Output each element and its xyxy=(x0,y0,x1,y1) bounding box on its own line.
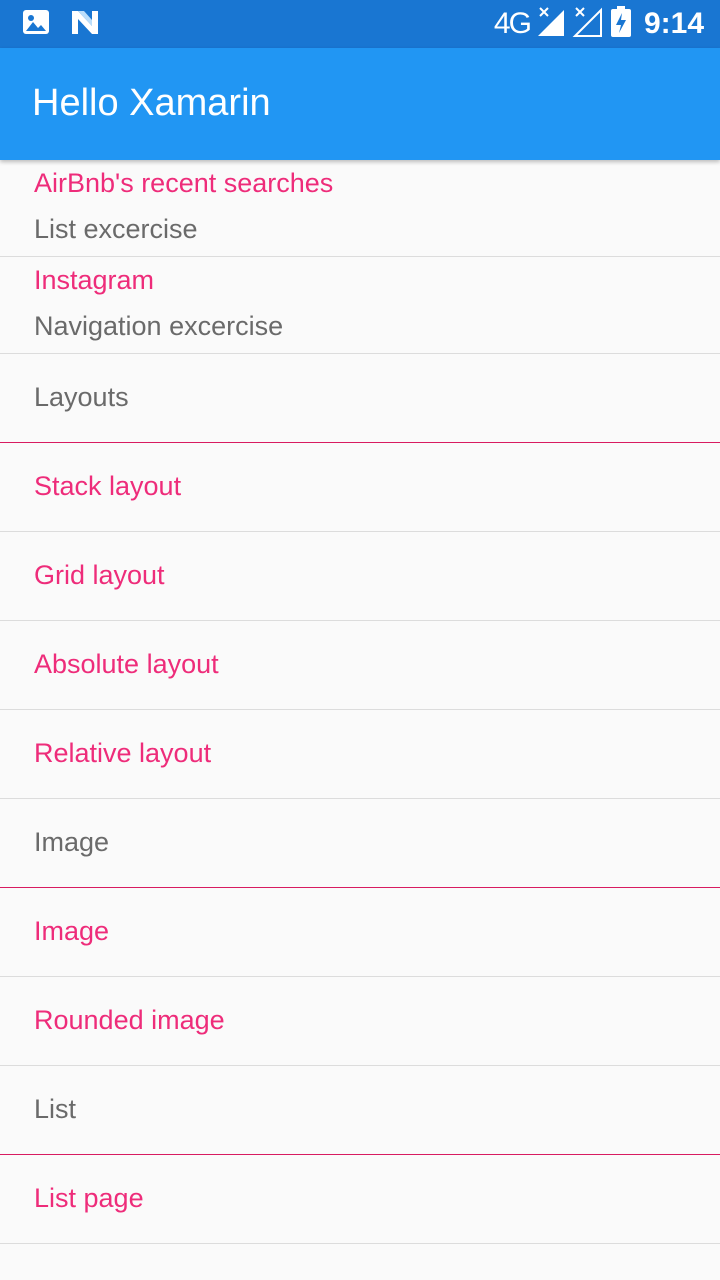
list-item-subtitle: Navigation excercise xyxy=(34,311,284,341)
status-bar: 4G 9:14 xyxy=(0,0,720,48)
list-item-title: AirBnb's recent searches xyxy=(34,168,334,198)
section-header-label: Image xyxy=(34,827,110,857)
list-item-image[interactable]: Image xyxy=(0,888,720,977)
clock: 9:14 xyxy=(643,7,704,40)
battery-charging-icon xyxy=(610,5,632,43)
list-item-title: Stack layout xyxy=(34,471,182,501)
list-item-title: Rounded image xyxy=(34,1005,225,1035)
section-header-label: Layouts xyxy=(34,382,129,412)
network-type-label: 4G xyxy=(493,7,532,40)
menu-list: AirBnb's recent searches List excercise … xyxy=(0,160,720,1244)
app-bar: Hello Xamarin xyxy=(0,48,720,160)
n-logo-notification-icon xyxy=(70,8,100,41)
image-notification-icon xyxy=(22,8,50,41)
list-item-title: Instagram xyxy=(34,265,155,295)
cell-signal-no-data-icon xyxy=(536,6,566,43)
list-item-absolute-layout[interactable]: Absolute layout xyxy=(0,621,720,710)
section-header-image: Image xyxy=(0,799,720,888)
list-item-rounded-image[interactable]: Rounded image xyxy=(0,977,720,1066)
section-header-list: List xyxy=(0,1066,720,1155)
list-item-title: Image xyxy=(34,916,110,946)
list-item-relative-layout[interactable]: Relative layout xyxy=(0,710,720,799)
list-item-title: List page xyxy=(34,1183,144,1213)
cell-signal-empty-icon xyxy=(572,6,604,43)
list-item-airbnb[interactable]: AirBnb's recent searches List excercise xyxy=(0,160,720,257)
system-icons: 4G 9:14 xyxy=(493,5,704,43)
list-item-title: Grid layout xyxy=(34,560,165,590)
list-item-grid-layout[interactable]: Grid layout xyxy=(0,532,720,621)
list-item-subtitle: List excercise xyxy=(34,214,198,244)
section-header-label: List xyxy=(34,1094,77,1124)
list-item-title: Relative layout xyxy=(34,738,212,768)
page-title: Hello Xamarin xyxy=(32,82,271,124)
list-item-stack-layout[interactable]: Stack layout xyxy=(0,443,720,532)
list-item-instagram[interactable]: Instagram Navigation excercise xyxy=(0,257,720,354)
notification-icons xyxy=(22,8,100,41)
list-item-title: Absolute layout xyxy=(34,649,219,679)
section-header-layouts: Layouts xyxy=(0,354,720,443)
list-item-list-page[interactable]: List page xyxy=(0,1155,720,1244)
